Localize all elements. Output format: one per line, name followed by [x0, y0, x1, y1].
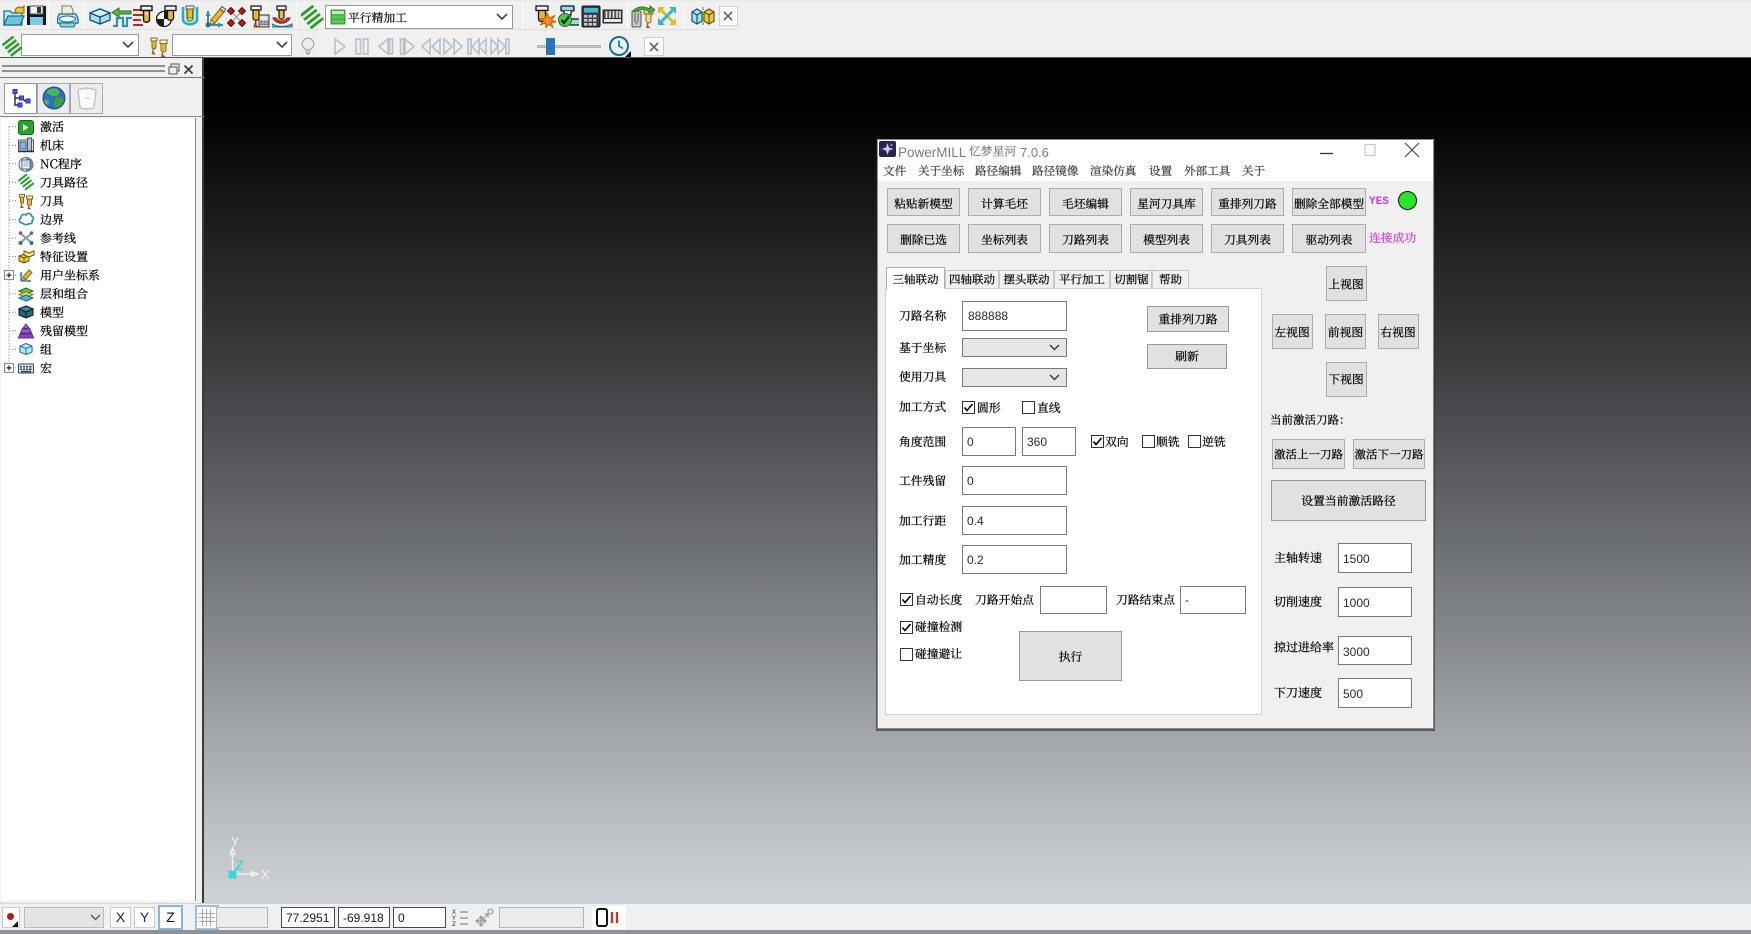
svg-text:Y: Y	[231, 835, 240, 849]
svg-text:X: X	[261, 868, 270, 882]
svg-text:Z: Z	[452, 921, 456, 927]
svg-text:Z: Z	[234, 858, 244, 874]
